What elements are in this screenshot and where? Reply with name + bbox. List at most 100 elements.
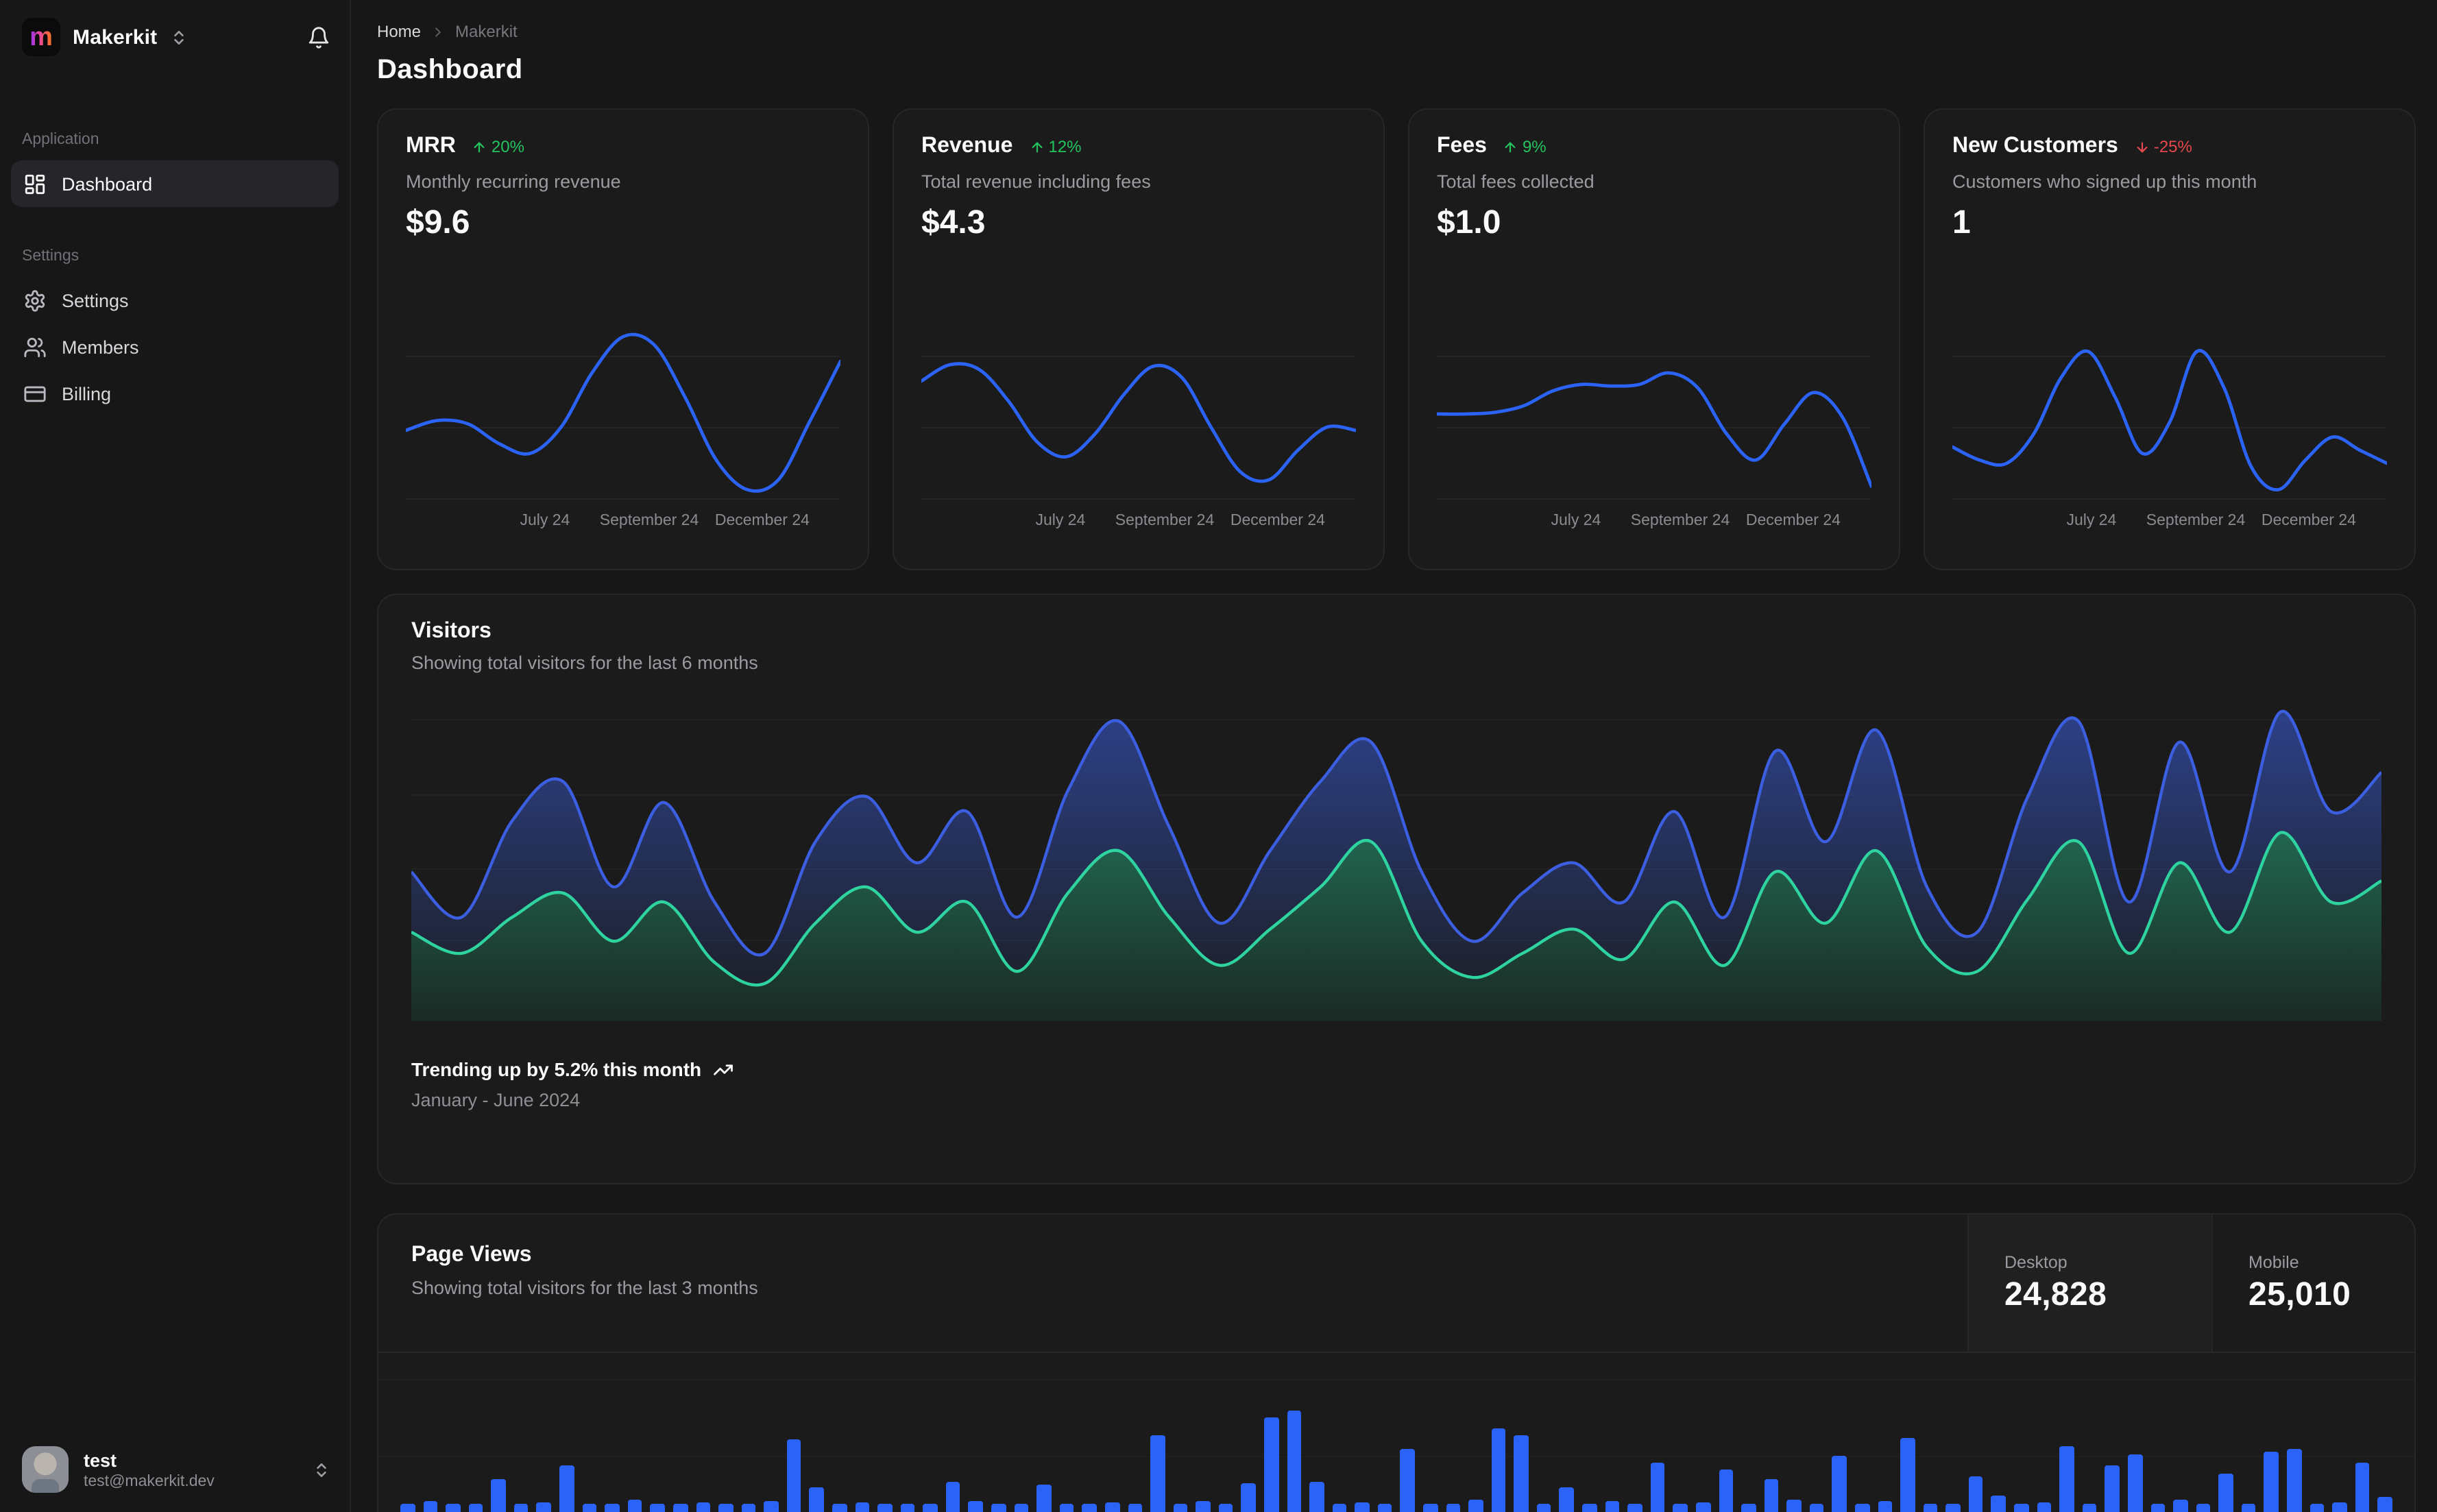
bell-icon[interactable]	[307, 25, 330, 49]
user-name: test	[84, 1450, 117, 1470]
bar	[2218, 1474, 2233, 1512]
bar	[832, 1504, 847, 1512]
page-views-subtitle: Showing total visitors for the last 3 mo…	[411, 1278, 758, 1298]
bar	[1719, 1470, 1734, 1512]
bar	[1968, 1476, 1983, 1512]
bar	[1923, 1504, 1938, 1512]
bar	[1309, 1482, 1324, 1512]
metric-value: 24,828	[2004, 1276, 2107, 1313]
bar	[1355, 1502, 1370, 1512]
fees-sparkline-chart	[1437, 324, 1871, 504]
breadcrumb-home[interactable]: Home	[377, 22, 421, 41]
logo-letter: m	[29, 23, 53, 51]
bar	[991, 1504, 1006, 1512]
bar	[1878, 1501, 1893, 1512]
sidebar-item-dashboard[interactable]: Dashboard	[11, 160, 339, 207]
bar	[491, 1479, 506, 1512]
stats-grid: MRR 20% Monthly recurring revenue $9.6 J…	[377, 108, 2416, 570]
bar	[1400, 1449, 1416, 1512]
bar	[446, 1504, 461, 1512]
bar	[1446, 1504, 1461, 1512]
gear-icon	[23, 289, 47, 312]
dashboard-grid-icon	[23, 172, 47, 195]
sidebar-item-billing[interactable]: Billing	[11, 370, 339, 417]
bar	[2355, 1463, 2370, 1512]
sidebar-item-label: Dashboard	[62, 173, 153, 194]
bar	[1741, 1504, 1756, 1512]
stat-title: Revenue	[921, 134, 1013, 158]
bar	[423, 1501, 438, 1512]
sidebar-item-settings[interactable]: Settings	[11, 277, 339, 324]
stat-card-new-customers: New Customers -25% Customers who signed …	[1924, 108, 2416, 570]
bar	[1627, 1504, 1642, 1512]
bar	[1605, 1501, 1620, 1512]
user-menu-chevrons-icon	[313, 1461, 330, 1478]
visitors-area-chart	[411, 695, 2381, 1035]
arrow-up-icon	[472, 139, 487, 154]
team-switcher-chevrons-icon[interactable]	[169, 28, 187, 46]
bar	[536, 1502, 552, 1512]
breadcrumb: Home Makerkit	[377, 22, 2416, 41]
bar	[627, 1500, 642, 1512]
sparkline-x-labels: July 24 September 24 December 24	[520, 513, 810, 529]
bar	[2264, 1452, 2279, 1512]
bar	[1059, 1504, 1074, 1512]
avatar	[22, 1446, 69, 1493]
bar	[672, 1504, 688, 1512]
bar	[1468, 1500, 1483, 1512]
bar	[2127, 1454, 2143, 1512]
sidebar-item-label: Billing	[62, 383, 112, 404]
sidebar-item-members[interactable]: Members	[11, 324, 339, 370]
nav-section-application: Application	[22, 132, 99, 148]
trend-badge: -25%	[2135, 137, 2192, 156]
stat-value: $9.6	[406, 204, 470, 241]
makerkit-logo: m	[22, 18, 60, 56]
bar	[1287, 1411, 1302, 1512]
stat-title: New Customers	[1952, 134, 2118, 158]
stat-card-fees: Fees 9% Total fees collected $1.0 July 2…	[1408, 108, 1900, 570]
bar	[718, 1504, 733, 1512]
bar	[1218, 1504, 1233, 1512]
trend-badge: 20%	[472, 137, 524, 156]
metric-label: Desktop	[2004, 1252, 2068, 1271]
stat-card-revenue: Revenue 12% Total revenue including fees…	[893, 108, 1385, 570]
bar	[1945, 1504, 1961, 1512]
page-views-card: Page Views Showing total visitors for th…	[377, 1213, 2416, 1512]
metric-toggle-mobile[interactable]: Mobile 25,010	[2211, 1215, 2414, 1352]
bar	[900, 1504, 915, 1512]
bar	[1241, 1483, 1256, 1512]
bar	[1491, 1428, 1506, 1512]
bar	[2173, 1500, 2188, 1512]
bar	[2059, 1446, 2074, 1512]
sidebar-item-label: Members	[62, 337, 139, 357]
bar	[1196, 1501, 1211, 1512]
breadcrumb-current: Makerkit	[455, 22, 518, 41]
bar	[1014, 1504, 1029, 1512]
bar	[1855, 1504, 1870, 1512]
bar	[2037, 1502, 2052, 1512]
visitors-subtitle: Showing total visitors for the last 6 mo…	[411, 653, 758, 673]
bar	[2014, 1504, 2029, 1512]
bar	[1514, 1435, 1529, 1512]
page-views-title: Page Views	[411, 1243, 532, 1267]
bar	[1673, 1504, 1688, 1512]
bar	[1128, 1504, 1143, 1512]
bar	[786, 1439, 801, 1512]
sidebar-nav: Application Dashboard Settings Settings …	[0, 132, 350, 417]
metric-toggle-desktop[interactable]: Desktop 24,828	[1967, 1215, 2211, 1352]
bar	[1650, 1463, 1665, 1512]
page-title: Dashboard	[377, 55, 523, 85]
sidebar: m Makerkit Application Dashboard Setting…	[0, 0, 351, 1512]
page-views-bar-chart	[400, 1352, 2392, 1512]
stat-description: Total revenue including fees	[921, 171, 1151, 192]
bar	[2309, 1504, 2325, 1512]
user-menu[interactable]: test test@makerkit.dev	[0, 1430, 350, 1512]
user-email: test@makerkit.dev	[84, 1473, 215, 1489]
bar	[1786, 1500, 1802, 1512]
bar	[1559, 1487, 1575, 1512]
visitors-trend-line: Trending up by 5.2% this month	[411, 1058, 2381, 1080]
bar	[741, 1504, 756, 1512]
team-name: Makerkit	[73, 25, 158, 49]
mrr-sparkline-chart	[406, 324, 840, 504]
visitors-card: Visitors Showing total visitors for the …	[377, 594, 2416, 1184]
